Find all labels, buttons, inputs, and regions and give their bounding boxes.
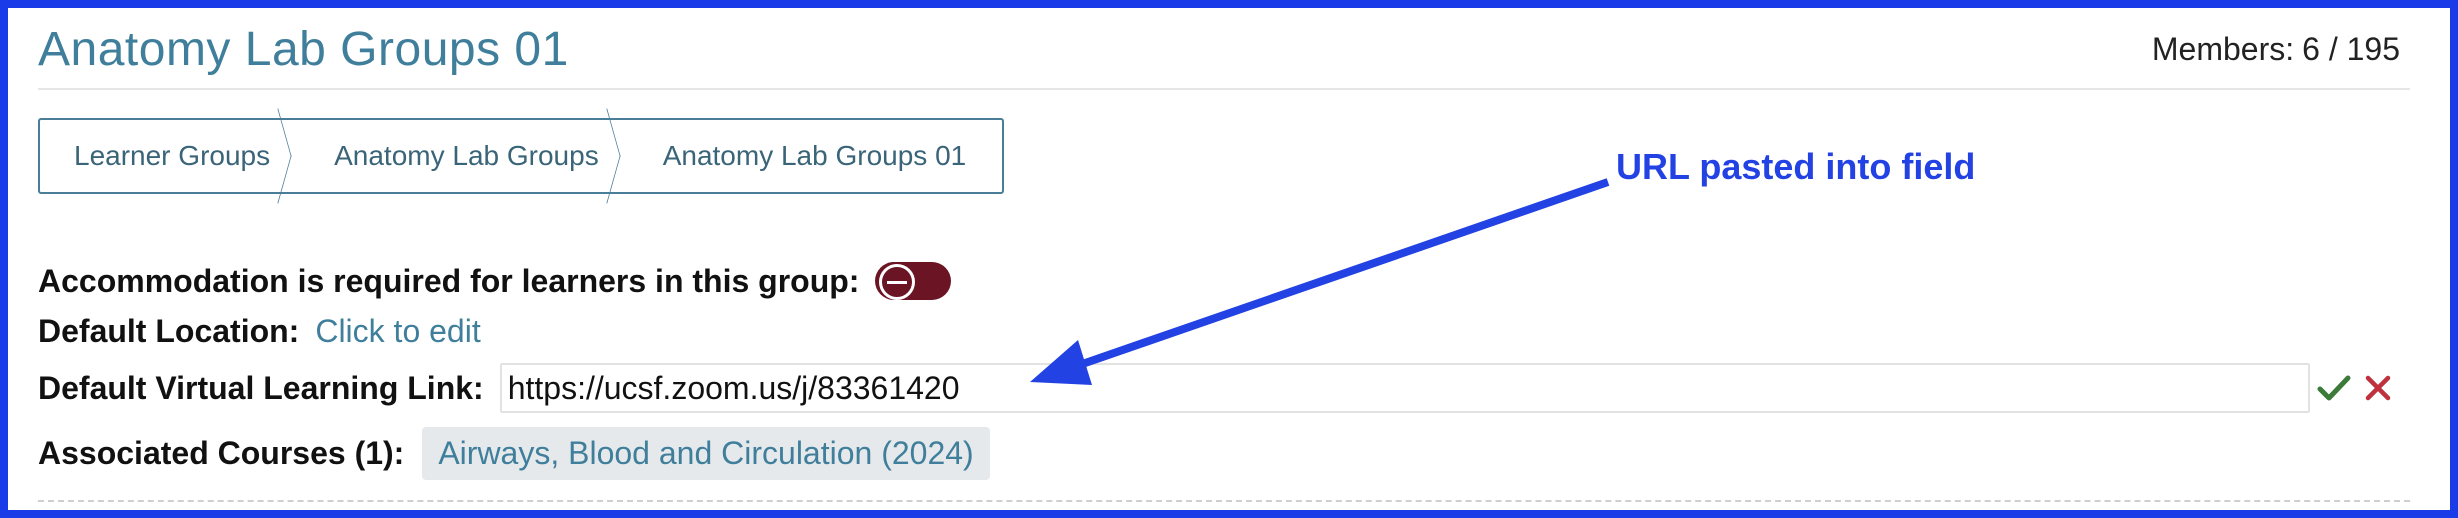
annotation-arrow (1030, 178, 1610, 385)
